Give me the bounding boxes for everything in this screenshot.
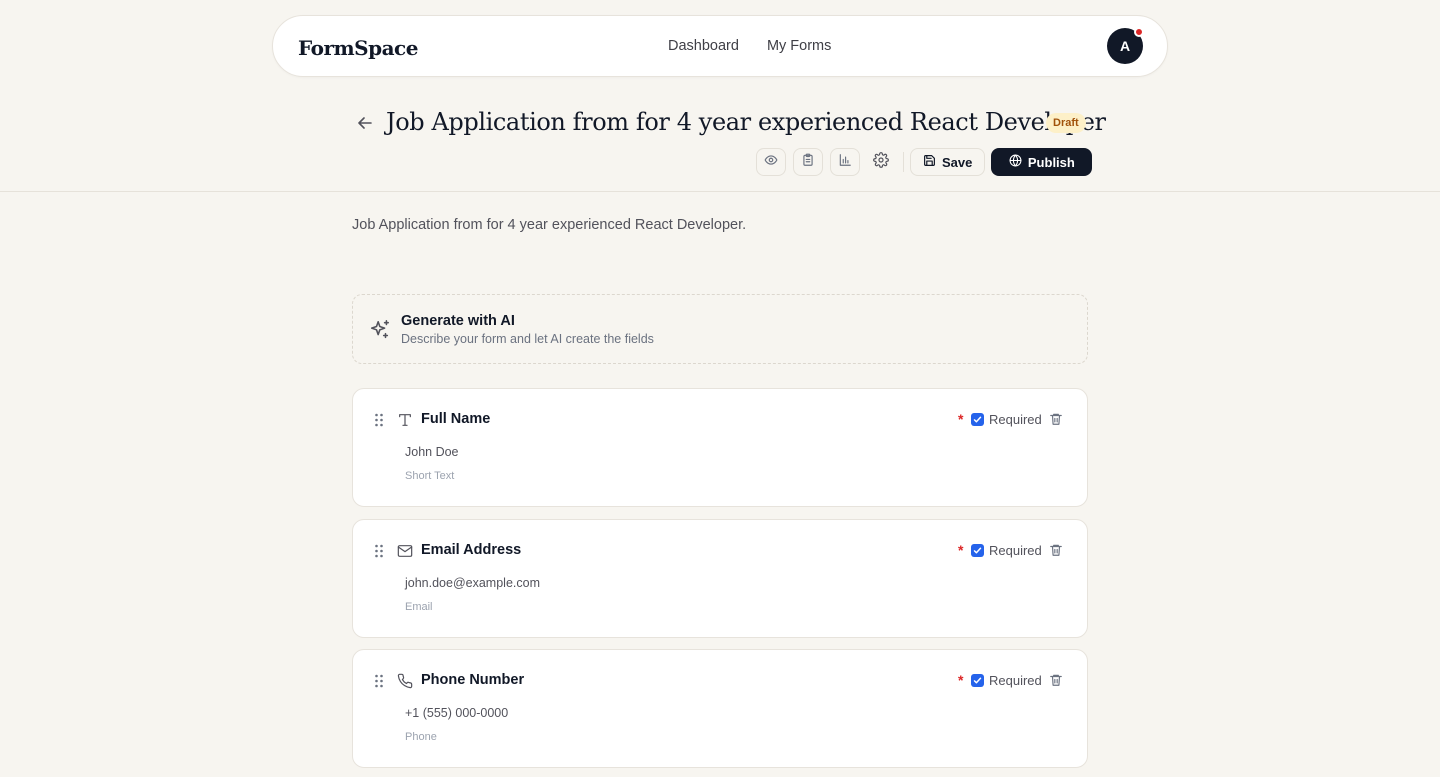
form-toolbar: Save Publish <box>756 148 1093 176</box>
avatar-initial: A <box>1119 38 1131 54</box>
required-label: Required <box>989 543 1042 558</box>
ai-card-title: Generate with AI <box>401 313 515 329</box>
required-label: Required <box>989 412 1042 427</box>
field-label[interactable]: Email Address <box>421 542 521 558</box>
save-icon <box>923 154 936 170</box>
text-icon <box>397 412 413 433</box>
ai-card-subtitle: Describe your form and let AI create the… <box>401 332 654 346</box>
analytics-button[interactable] <box>830 148 860 176</box>
nav-link-dashboard[interactable]: Dashboard <box>668 38 739 54</box>
field-label[interactable]: Full Name <box>421 411 490 427</box>
drag-handle-icon[interactable] <box>374 413 384 432</box>
field-placeholder: +1 (555) 000-0000 <box>405 706 509 720</box>
toolbar-divider <box>903 152 904 172</box>
gear-icon <box>873 151 889 173</box>
nav-link-my-forms[interactable]: My Forms <box>767 38 831 54</box>
clipboard-icon <box>801 153 815 172</box>
eye-icon <box>764 153 778 172</box>
mail-icon <box>397 543 413 564</box>
trash-icon[interactable] <box>1049 543 1063 562</box>
field-type: Phone <box>405 731 437 743</box>
nav-links: Dashboard My Forms <box>668 38 831 54</box>
required-label: Required <box>989 673 1042 688</box>
bar-chart-icon <box>838 153 852 172</box>
required-checkbox[interactable] <box>971 544 984 557</box>
sparkles-icon <box>369 319 391 346</box>
form-description[interactable]: Job Application from for 4 year experien… <box>352 217 746 233</box>
save-button[interactable]: Save <box>910 148 986 176</box>
field-type: Short Text <box>405 470 455 482</box>
user-avatar[interactable]: A <box>1107 27 1144 64</box>
notification-dot <box>1134 27 1144 37</box>
phone-icon <box>397 673 413 694</box>
field-card[interactable]: Full Name * Required John Doe Short Text <box>352 388 1088 507</box>
brand-logo[interactable]: FormSpace <box>298 36 418 60</box>
field-type: Email <box>405 601 433 613</box>
field-placeholder: john.doe@example.com <box>405 576 540 590</box>
responses-button[interactable] <box>793 148 823 176</box>
status-badge: Draft <box>1046 113 1086 133</box>
drag-handle-icon[interactable] <box>374 674 384 693</box>
required-asterisk: * <box>958 411 964 427</box>
field-label[interactable]: Phone Number <box>421 672 524 688</box>
field-placeholder: John Doe <box>405 445 459 459</box>
trash-icon[interactable] <box>1049 412 1063 431</box>
preview-button[interactable] <box>756 148 786 176</box>
required-checkbox[interactable] <box>971 413 984 426</box>
field-card[interactable]: Phone Number * Required +1 (555) 000-000… <box>352 649 1088 768</box>
required-asterisk: * <box>958 542 964 558</box>
globe-icon <box>1009 154 1022 170</box>
publish-button[interactable]: Publish <box>991 148 1093 176</box>
back-arrow-icon[interactable] <box>355 113 375 133</box>
top-navbar: FormSpace Dashboard My Forms A <box>272 15 1168 77</box>
required-checkbox[interactable] <box>971 674 984 687</box>
generate-with-ai-card[interactable]: Generate with AI Describe your form and … <box>352 294 1088 364</box>
settings-button[interactable] <box>867 148 895 176</box>
required-asterisk: * <box>958 672 964 688</box>
publish-label: Publish <box>1027 154 1075 170</box>
page-title: Job Application from for 4 year experien… <box>386 108 1106 136</box>
field-card[interactable]: Email Address * Required john.doe@exampl… <box>352 519 1088 638</box>
save-label: Save <box>942 154 973 170</box>
drag-handle-icon[interactable] <box>374 544 384 563</box>
header-divider <box>0 191 1440 192</box>
trash-icon[interactable] <box>1049 673 1063 692</box>
